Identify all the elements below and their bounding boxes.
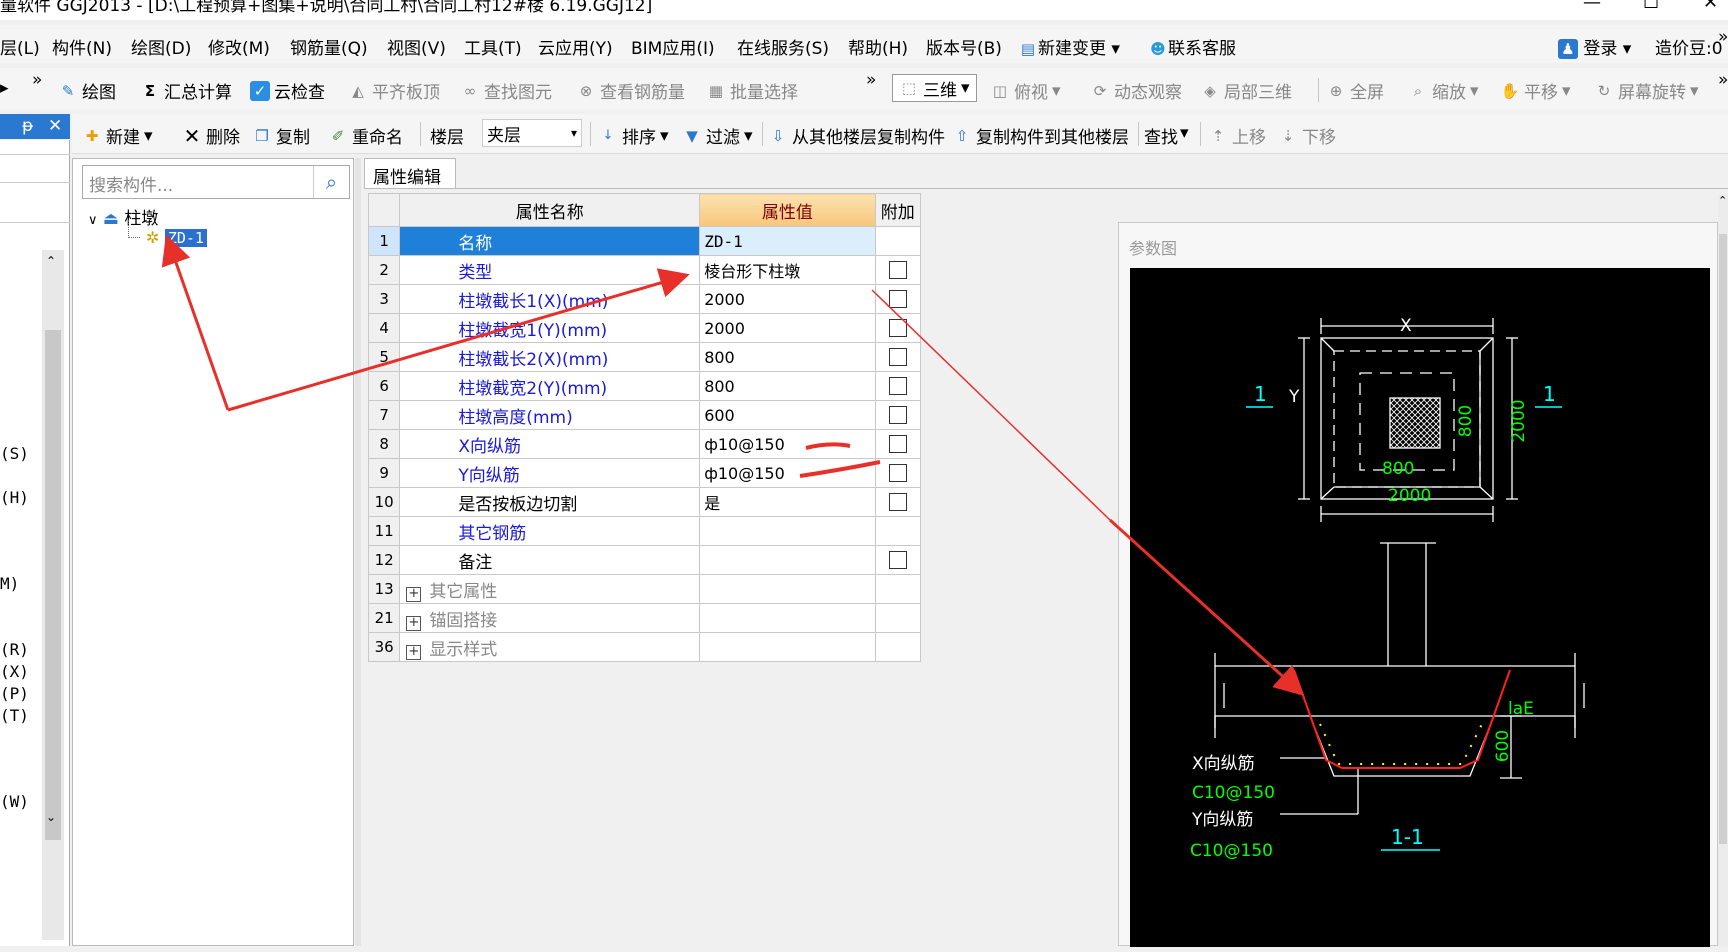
annotation-underline-y bbox=[799, 460, 881, 478]
annotation-underline-x bbox=[805, 442, 851, 450]
annotation-line-to-type bbox=[227, 268, 690, 412]
annotation-arrow-to-section bbox=[1108, 518, 1305, 697]
annotation-arrow-to-tree bbox=[161, 234, 230, 411]
annotation-thin-line bbox=[871, 289, 1111, 521]
annotation-overlay bbox=[161, 234, 1305, 697]
